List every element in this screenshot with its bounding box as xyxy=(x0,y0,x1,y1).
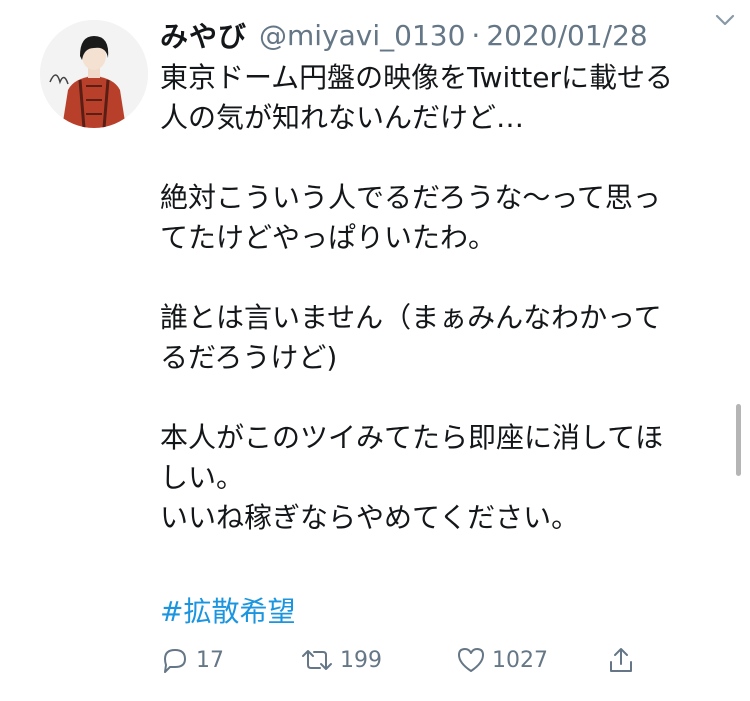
like-button[interactable]: 1027 xyxy=(456,645,548,675)
user-handle[interactable]: @miyavi_0130 xyxy=(259,19,465,52)
avatar[interactable] xyxy=(40,20,148,128)
like-count: 1027 xyxy=(492,647,548,673)
tweet-header: みやび @miyavi_0130 · 2020/01/28 xyxy=(160,14,730,56)
share-icon xyxy=(610,648,632,672)
separator: · xyxy=(471,18,481,52)
retweet-count: 199 xyxy=(340,647,382,673)
scrollbar[interactable] xyxy=(736,404,741,476)
hashtag-link[interactable]: #拡散希望 xyxy=(160,592,295,632)
tweet-actions: 17 199 1027 xyxy=(160,645,720,685)
tweet-text: 東京ドーム円盤の映像をTwitterに載せる 人の気が知れないんだけど… 絶対こ… xyxy=(160,61,674,534)
chevron-down-icon[interactable] xyxy=(714,10,736,30)
heart-icon xyxy=(458,648,484,672)
retweet-button[interactable]: 199 xyxy=(300,645,382,675)
reply-button[interactable]: 17 xyxy=(160,645,224,675)
display-name[interactable]: みやび xyxy=(160,15,247,55)
avatar-illustration xyxy=(40,20,148,128)
reply-icon xyxy=(164,649,186,673)
retweet-icon xyxy=(302,650,332,670)
share-button[interactable] xyxy=(606,645,642,675)
tweet-date[interactable]: 2020/01/28 xyxy=(486,19,647,52)
reply-count: 17 xyxy=(196,647,224,673)
